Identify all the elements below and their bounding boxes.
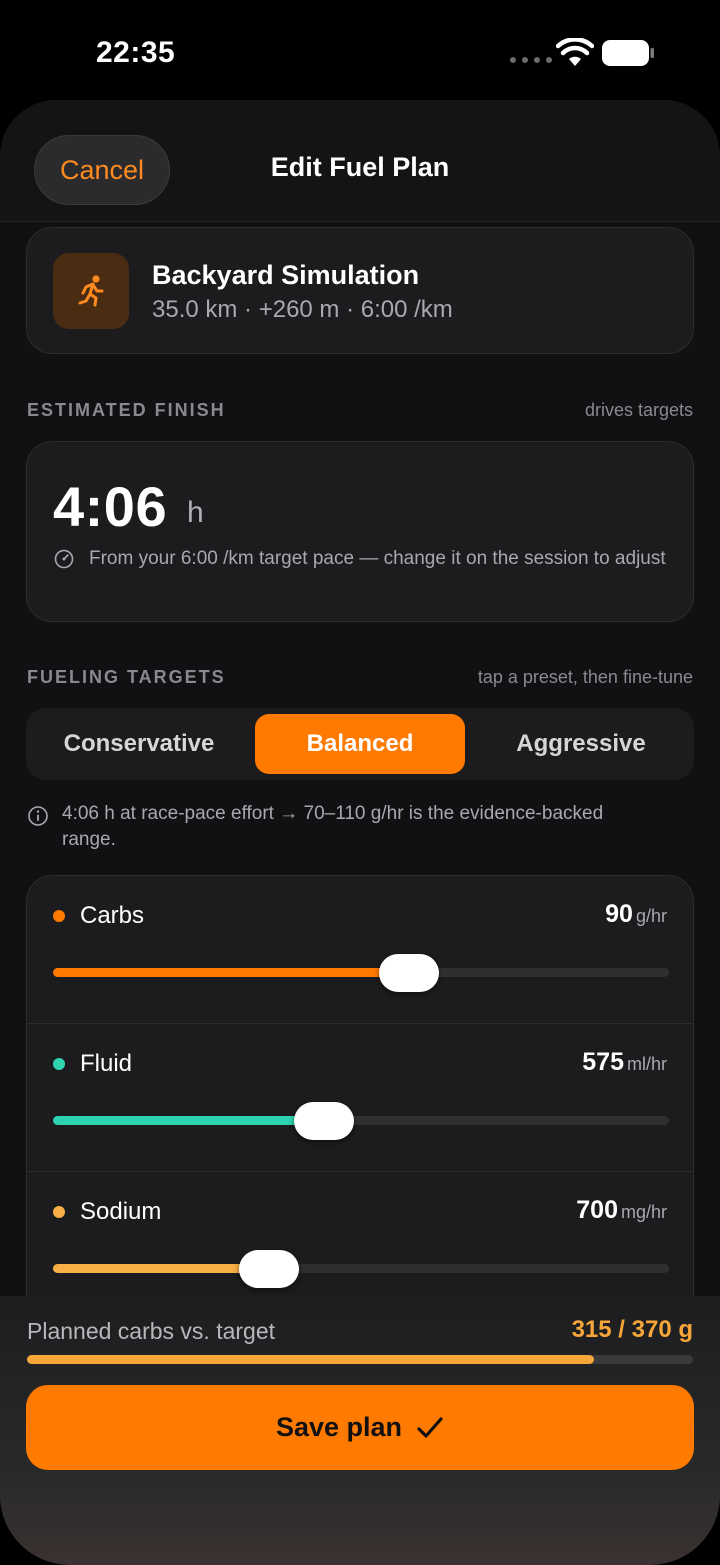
status-time: 22:35 xyxy=(96,36,176,69)
planned-carbs-progress xyxy=(27,1355,693,1364)
battery-icon xyxy=(602,40,654,66)
carbs-slider[interactable] xyxy=(53,954,669,992)
sodium-value: 700 mg/hr xyxy=(576,1196,667,1225)
carbs-unit: g/hr xyxy=(635,906,667,926)
status-bar: 22:35 xyxy=(0,0,720,100)
sodium-value-number: 700 xyxy=(576,1196,618,1224)
edit-fuel-plan-sheet: Cancel Edit Fuel Plan Backyard Simulatio… xyxy=(0,100,720,1565)
sodium-dot xyxy=(53,1206,65,1218)
plan-footer: Planned carbs vs. target 315 / 370 g Sav… xyxy=(0,1296,720,1565)
carbs-dot xyxy=(53,910,65,922)
estimated-finish-card: 4:06 h From your 6:00 /km target pace — … xyxy=(26,441,694,622)
sheet-header: Cancel Edit Fuel Plan xyxy=(0,100,720,222)
finish-note: From your 6:00 /km target pace — change … xyxy=(89,548,666,569)
page-title: Edit Fuel Plan xyxy=(270,152,450,182)
targets-card: Carbs 90 g/hr Fluid 575 ml/hr Sodium 700 mg… xyxy=(26,875,694,1335)
preset-segmented-control: Conservative Balanced Aggressive xyxy=(26,708,694,780)
sodium-unit: mg/hr xyxy=(620,1202,667,1222)
preset-balanced[interactable]: Balanced xyxy=(255,714,465,774)
fluid-value-number: 575 xyxy=(582,1048,624,1076)
cellular-signal-icon xyxy=(510,57,552,63)
fluid-dot xyxy=(53,1058,65,1070)
sodium-slider-fill xyxy=(53,1264,269,1273)
range-info-text: 4:06 h at race-pace effort → 70–110 g/hr… xyxy=(62,803,604,850)
estimated-finish-label: ESTIMATED FINISH xyxy=(27,400,226,420)
info-icon xyxy=(28,806,48,826)
save-plan-button[interactable]: Save plan xyxy=(26,1385,694,1470)
planned-carbs-value: 315 / 370 g xyxy=(571,1316,693,1343)
carbs-value-number: 90 xyxy=(605,900,633,928)
carbs-slider-fill xyxy=(53,968,410,977)
planned-carbs-progress-fill xyxy=(27,1355,594,1364)
session-meta: 35.0 km · +260 m · 6:00 /km xyxy=(152,296,453,323)
sodium-slider[interactable] xyxy=(53,1250,669,1288)
save-plan-label: Save plan xyxy=(275,1412,403,1442)
fluid-slider-thumb[interactable] xyxy=(294,1102,355,1140)
session-card: Backyard Simulation 35.0 km · +260 m · 6… xyxy=(26,227,694,354)
preset-conservative[interactable]: Conservative xyxy=(34,714,244,774)
fluid-slider[interactable] xyxy=(53,1102,669,1140)
finish-time-unit: h xyxy=(187,496,204,529)
runner-icon xyxy=(53,253,129,329)
estimated-finish-hint: drives targets xyxy=(584,400,693,420)
fluid-unit: ml/hr xyxy=(627,1054,667,1074)
fluid-value: 575 ml/hr xyxy=(582,1048,667,1077)
wifi-icon xyxy=(556,38,594,66)
preset-aggressive[interactable]: Aggressive xyxy=(476,714,686,774)
sodium-label: Sodium xyxy=(80,1198,162,1225)
checkmark-icon xyxy=(417,1416,443,1438)
fluid-label: Fluid xyxy=(80,1050,133,1077)
fluid-row: Fluid 575 ml/hr xyxy=(27,1023,693,1171)
carbs-label: Carbs xyxy=(80,902,145,929)
carbs-slider-thumb[interactable] xyxy=(379,954,440,992)
fluid-slider-fill xyxy=(53,1116,325,1125)
finish-time-value: 4:06 xyxy=(53,475,168,538)
carbs-value: 90 g/hr xyxy=(605,900,667,929)
gauge-icon xyxy=(54,549,74,569)
sodium-slider-thumb[interactable] xyxy=(238,1250,299,1288)
fueling-targets-hint: tap a preset, then fine-tune xyxy=(477,667,693,687)
carbs-row: Carbs 90 g/hr xyxy=(27,876,693,1024)
planned-carbs-label: Planned carbs vs. target xyxy=(27,1318,276,1344)
session-title: Backyard Simulation xyxy=(152,260,420,290)
fueling-targets-label: FUELING TARGETS xyxy=(27,667,226,687)
